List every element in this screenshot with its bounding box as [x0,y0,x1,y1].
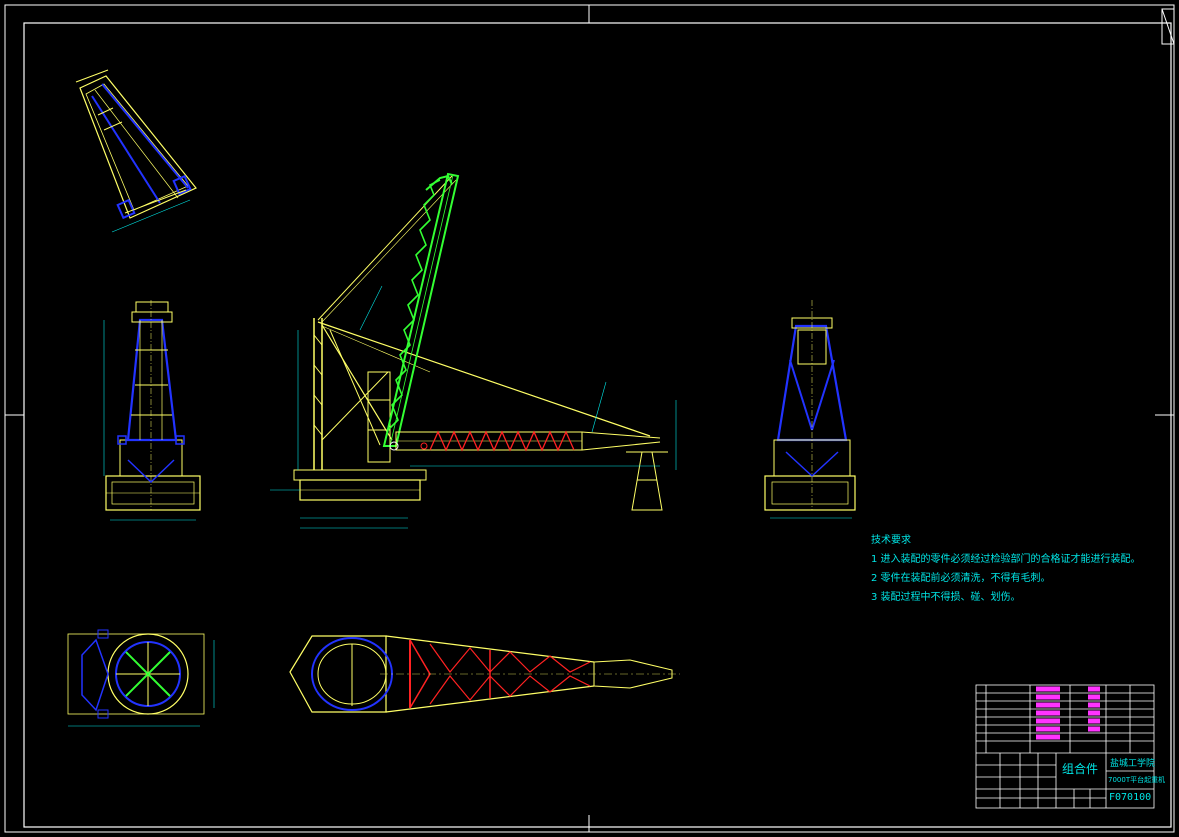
assembly-label: 组合件 [1062,762,1099,776]
requirement-item-2: 2 零件在装配前必须清洗，不得有毛刺。 [871,573,1051,584]
requirement-item-3: 3 装配过程中不得损、碰、划伤。 [871,592,1021,603]
centering-marks [5,5,1174,832]
technical-requirements: 技术要求 1 进入装配的零件必须经过检验部门的合格证才能进行装配。 2 零件在装… [871,531,1141,607]
drawing-number: F070100 [1109,792,1152,803]
drawing-sheet [4,4,1175,833]
school-name: 盐城工学院 [1110,759,1156,769]
inner-border [23,22,1172,828]
requirements-heading: 技术要求 [871,535,911,546]
boom-plan-view [289,635,680,713]
requirement-item-1: 1 进入装配的零件必须经过检验部门的合格证才能进行装配。 [871,554,1141,565]
tower-side-view [764,300,856,519]
outer-border [4,4,1175,833]
title-block [975,684,1155,809]
parts-list-codes [1036,686,1100,740]
tower-front-view [103,300,201,521]
drawing-title: 7000T平台起重机 [1108,776,1166,784]
tilted-tower-view [75,69,197,233]
orientation-mark-diag [1161,8,1175,45]
main-elevation-view [270,172,677,529]
base-plan-view [67,629,215,727]
